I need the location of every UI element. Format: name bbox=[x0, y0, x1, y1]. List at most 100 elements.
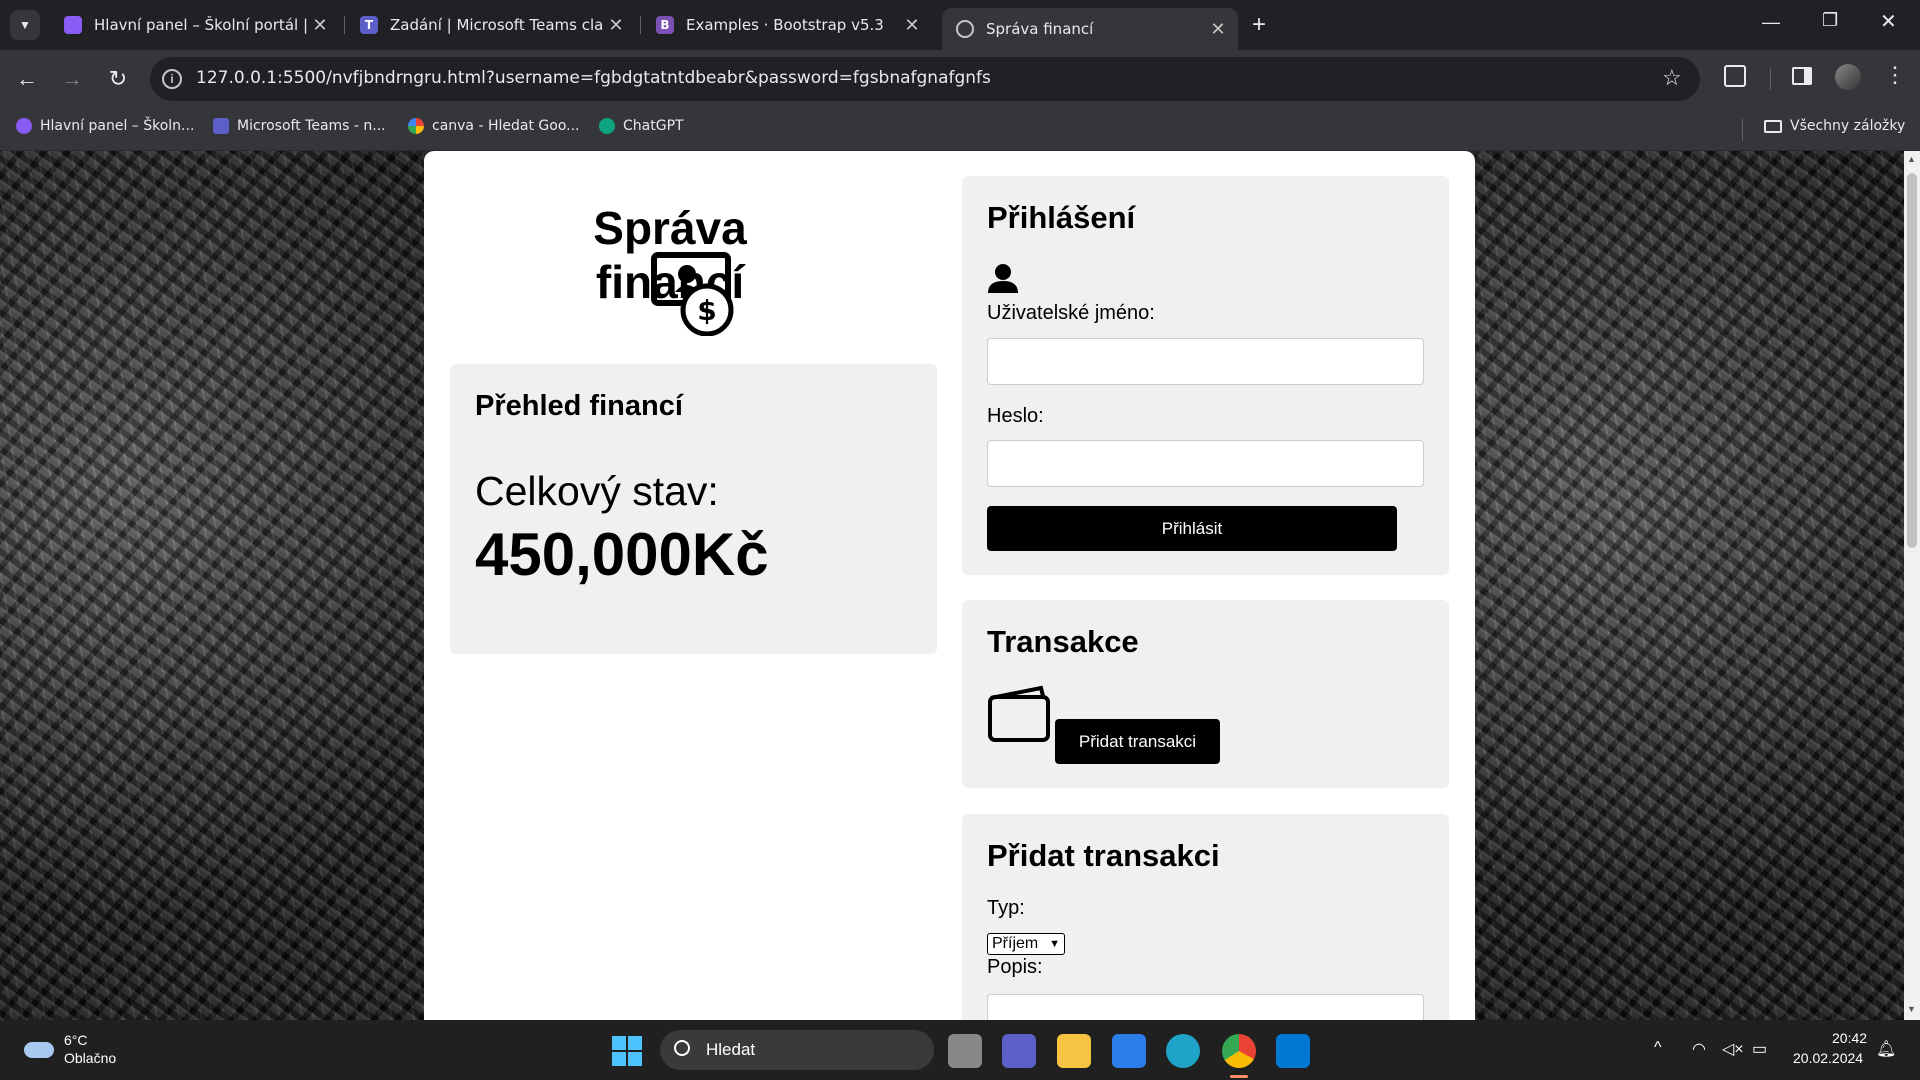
notification-bell-icon[interactable]: 🔔︎ bbox=[1876, 1039, 1896, 1059]
bookmark-teams[interactable]: Microsoft Teams - n... bbox=[213, 118, 386, 134]
scrollbar-thumb[interactable] bbox=[1907, 173, 1917, 548]
folder-icon bbox=[1764, 119, 1782, 133]
add-transaction-panel: Přidat transakci Typ: Příjem ▼ Popis: bbox=[962, 814, 1449, 1020]
minimize-button[interactable]: — bbox=[1762, 12, 1780, 33]
main-container: Správa financí $ Přehled financí Celkový… bbox=[424, 151, 1475, 1020]
bookmark-label: Hlavní panel – Školn... bbox=[40, 118, 195, 134]
login-panel: Přihlášení Uživatelské jméno: Heslo: Při… bbox=[962, 176, 1449, 575]
profile-avatar[interactable] bbox=[1835, 64, 1861, 90]
close-tab-icon[interactable]: ✕ bbox=[900, 15, 924, 36]
overview-panel: Přehled financí Celkový stav: 450,000Kč bbox=[450, 364, 937, 654]
bookmark-chatgpt[interactable]: ChatGPT bbox=[599, 118, 684, 134]
chatgpt-icon bbox=[599, 118, 615, 134]
overview-heading: Přehled financí bbox=[475, 390, 683, 422]
school-portal-icon bbox=[16, 118, 32, 134]
extensions-icon[interactable] bbox=[1724, 65, 1746, 87]
site-info-icon[interactable]: i bbox=[162, 69, 182, 89]
forward-icon[interactable]: → bbox=[57, 64, 87, 94]
search-placeholder: Hledat bbox=[706, 1040, 756, 1059]
tab-teams[interactable]: T Zadání | Microsoft Teams classic ✕ bbox=[346, 8, 636, 42]
cloud-icon bbox=[24, 1042, 54, 1058]
vscode-icon[interactable] bbox=[1276, 1034, 1310, 1068]
new-tab-button[interactable]: + bbox=[1244, 10, 1274, 40]
google-icon bbox=[408, 118, 424, 134]
scroll-up-icon[interactable]: ▲ bbox=[1907, 154, 1916, 164]
start-icon[interactable] bbox=[612, 1036, 642, 1066]
teams-icon[interactable] bbox=[1002, 1034, 1036, 1068]
transactions-panel: Transakce Přidat transakci bbox=[962, 600, 1449, 788]
battery-icon[interactable]: ▭ bbox=[1752, 1039, 1767, 1059]
browser-toolbar: ← → ↻ i 127.0.0.1:5500/nvfjbndrngru.html… bbox=[0, 50, 1920, 108]
tab-skolni-portal[interactable]: Hlavní panel – Školní portál | htt ✕ bbox=[50, 8, 340, 42]
balance-label: Celkový stav: bbox=[475, 468, 719, 514]
money-dollar-icon: $ bbox=[651, 252, 734, 336]
back-icon[interactable]: ← bbox=[12, 64, 42, 94]
tab-title: Zadání | Microsoft Teams classic bbox=[390, 16, 604, 34]
tab-title: Hlavní panel – Školní portál | htt bbox=[94, 16, 308, 34]
tab-list-button[interactable]: ▼ bbox=[10, 10, 40, 40]
clock-time[interactable]: 20:42 bbox=[1832, 1030, 1867, 1046]
bookmark-label: ChatGPT bbox=[623, 118, 684, 134]
store-icon[interactable] bbox=[1112, 1034, 1146, 1068]
all-bookmarks[interactable]: Všechny záložky bbox=[1764, 118, 1905, 134]
type-label: Typ: bbox=[987, 897, 1025, 919]
tab-title: Správa financí bbox=[986, 20, 1094, 38]
tab-bar: ▼ Hlavní panel – Školní portál | htt ✕ T… bbox=[0, 0, 1920, 50]
volume-muted-icon[interactable]: ◁× bbox=[1722, 1039, 1744, 1059]
money-background-right bbox=[1475, 151, 1904, 1020]
weather-temp: 6°C bbox=[64, 1032, 88, 1048]
menu-icon[interactable]: ⋮ bbox=[1884, 62, 1906, 88]
transactions-heading: Transakce bbox=[987, 624, 1139, 659]
bookmark-canva[interactable]: canva - Hledat Goo... bbox=[408, 118, 580, 134]
chrome-icon[interactable] bbox=[1222, 1034, 1256, 1068]
chevron-down-icon: ▼ bbox=[1049, 938, 1060, 950]
reload-icon[interactable]: ↻ bbox=[103, 64, 133, 94]
login-heading: Přihlášení bbox=[987, 200, 1136, 235]
weather-widget[interactable]: 6°C Oblačno bbox=[20, 1030, 140, 1070]
restore-button[interactable]: ❐ bbox=[1822, 10, 1838, 31]
school-portal-icon bbox=[64, 16, 82, 34]
teams-icon bbox=[213, 118, 229, 134]
tab-sprava-financi[interactable]: Správa financí ✕ bbox=[942, 8, 1238, 50]
all-bookmarks-label: Všechny záložky bbox=[1790, 118, 1906, 134]
type-select[interactable]: Příjem ▼ bbox=[987, 933, 1065, 955]
password-input[interactable] bbox=[987, 440, 1424, 487]
balance-value: 450,000Kč bbox=[475, 521, 769, 588]
bookmark-label: Microsoft Teams - n... bbox=[237, 118, 386, 134]
file-explorer-icon[interactable] bbox=[1057, 1034, 1091, 1068]
bookmark-label: canva - Hledat Goo... bbox=[432, 118, 580, 134]
address-bar[interactable]: i 127.0.0.1:5500/nvfjbndrngru.html?usern… bbox=[150, 57, 1700, 101]
bookmark-skolni-portal[interactable]: Hlavní panel – Školn... bbox=[16, 118, 194, 134]
chevron-up-icon[interactable]: ^ bbox=[1654, 1039, 1662, 1057]
type-select-value: Příjem bbox=[992, 935, 1039, 952]
username-input[interactable] bbox=[987, 338, 1424, 385]
password-label: Heslo: bbox=[987, 405, 1044, 427]
teams-icon: T bbox=[360, 16, 378, 34]
page-scrollbar[interactable]: ▲ ▼ bbox=[1904, 151, 1920, 1020]
close-tab-icon[interactable]: ✕ bbox=[308, 15, 332, 36]
task-view-icon[interactable] bbox=[948, 1034, 982, 1068]
bookmarks-bar: Hlavní panel – Školn... Microsoft Teams … bbox=[0, 108, 1920, 151]
close-tab-icon[interactable]: ✕ bbox=[1206, 19, 1230, 40]
description-label: Popis: bbox=[987, 956, 1043, 978]
clock-date[interactable]: 20.02.2024 bbox=[1793, 1050, 1863, 1066]
svg-text:$: $ bbox=[697, 294, 716, 327]
add-transaction-button[interactable]: Přidat transakci bbox=[1055, 719, 1220, 764]
bookmark-star-icon[interactable]: ☆ bbox=[1662, 65, 1682, 91]
scroll-down-icon[interactable]: ▼ bbox=[1907, 1004, 1916, 1014]
close-window-button[interactable]: ✕ bbox=[1880, 9, 1897, 34]
url-text[interactable]: 127.0.0.1:5500/nvfjbndrngru.html?usernam… bbox=[196, 68, 991, 88]
wifi-icon[interactable]: ◠ bbox=[1692, 1039, 1706, 1059]
search-box[interactable]: Hledat bbox=[660, 1030, 934, 1070]
description-input[interactable] bbox=[987, 994, 1424, 1020]
close-tab-icon[interactable]: ✕ bbox=[604, 15, 628, 36]
edge-icon[interactable] bbox=[1166, 1034, 1200, 1068]
user-icon bbox=[988, 264, 1018, 293]
weather-desc: Oblačno bbox=[64, 1050, 117, 1066]
globe-icon bbox=[956, 20, 974, 38]
page-viewport: Správa financí $ Přehled financí Celkový… bbox=[0, 151, 1904, 1020]
login-button[interactable]: Přihlásit bbox=[987, 506, 1397, 551]
wallet-icon bbox=[988, 685, 1050, 742]
tab-bootstrap[interactable]: B Examples · Bootstrap v5.3 ✕ bbox=[642, 8, 932, 42]
side-panel-icon[interactable] bbox=[1792, 67, 1812, 85]
